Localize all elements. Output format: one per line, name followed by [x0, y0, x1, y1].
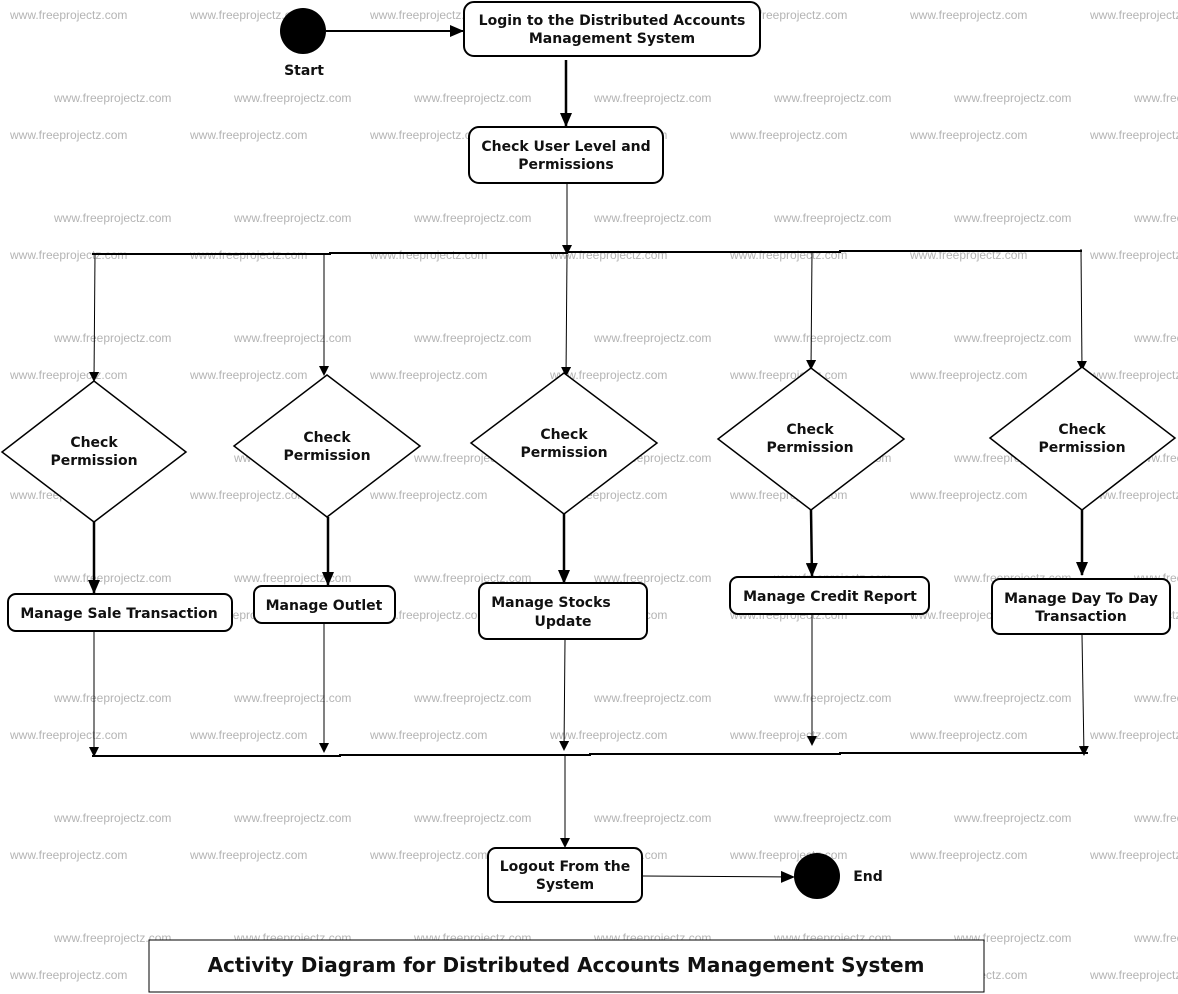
decision-1-line2: Permission: [50, 453, 137, 469]
activity-5-line1: Manage Day To Day: [1004, 591, 1158, 607]
activity-manage-credit-report: Manage Credit Report: [729, 576, 930, 615]
activity-diagram: Start Login to the Distributed Accounts …: [0, 1, 1177, 993]
join-bar: [92, 752, 1088, 757]
edge-fork-decision-5: [1076, 248, 1087, 371]
activity-2-line1: Manage Outlet: [266, 598, 383, 614]
activity-manage-outlet: Manage Outlet: [253, 585, 396, 624]
activity-manage-sale-transaction: Manage Sale Transaction: [7, 593, 233, 632]
decision-2: Check Permission: [232, 374, 422, 518]
end-label: End: [853, 869, 883, 885]
start-label: Start: [284, 63, 324, 79]
decision-1: Check Permission: [0, 380, 188, 523]
edge-activity-join-3: [559, 639, 570, 751]
edge-fork-decision-4: [806, 251, 817, 370]
decision-4-line2: Permission: [766, 440, 853, 456]
activity-logout: Logout From the System: [487, 847, 643, 903]
activity-login-line1: Login to the Distributed Accounts: [479, 13, 746, 29]
decision-5-line2: Permission: [1038, 440, 1125, 456]
edge-decision-activity-4: [805, 509, 818, 577]
decision-5: Check Permission: [988, 366, 1177, 511]
fork-bar: [92, 250, 1082, 255]
activity-5-line2: Transaction: [1035, 609, 1127, 625]
edge-activity-join-5: [1078, 634, 1089, 756]
diagram-title: Activity Diagram for Distributed Account…: [208, 953, 925, 977]
decision-2-line2: Permission: [283, 448, 370, 464]
activity-check-user-level: Check User Level and Permissions: [468, 126, 664, 184]
activity-login: Login to the Distributed Accounts Manage…: [463, 1, 761, 57]
activity-check-user-line1: Check User Level and: [481, 139, 650, 155]
activity-4-line1: Manage Credit Report: [743, 589, 917, 605]
activity-manage-day-to-day-transaction: Manage Day To Day Transaction: [991, 578, 1171, 635]
decision-3-line2: Permission: [520, 445, 607, 461]
activity-3-line2: Update: [534, 614, 591, 630]
activity-login-line2: Management System: [529, 31, 695, 47]
edge-fork-decision-3: [561, 254, 572, 377]
activity-manage-stocks-update: Manage Stocks Update: [478, 582, 648, 640]
activity-logout-line1: Logout From the: [500, 859, 631, 875]
activity-1-line1: Manage Sale Transaction: [20, 606, 217, 622]
end-node: [794, 853, 840, 899]
decision-2-line1: Check: [303, 430, 351, 446]
decision-1-line1: Check: [70, 435, 118, 451]
decision-5-line1: Check: [1058, 422, 1106, 438]
start-node: [280, 8, 326, 54]
decision-3-line1: Check: [540, 427, 588, 443]
activity-check-user-line2: Permissions: [518, 157, 613, 173]
decision-3: Check Permission: [469, 372, 659, 515]
activity-logout-line2: System: [536, 877, 594, 893]
activity-3-line1: Manage Stocks: [491, 595, 611, 611]
edge-fork-decision-1: [89, 253, 100, 382]
decision-4: Check Permission: [716, 367, 906, 511]
decision-4-line1: Check: [786, 422, 834, 438]
edge-logout-end: [642, 870, 795, 883]
diagram-title-box: Activity Diagram for Distributed Account…: [148, 939, 985, 993]
